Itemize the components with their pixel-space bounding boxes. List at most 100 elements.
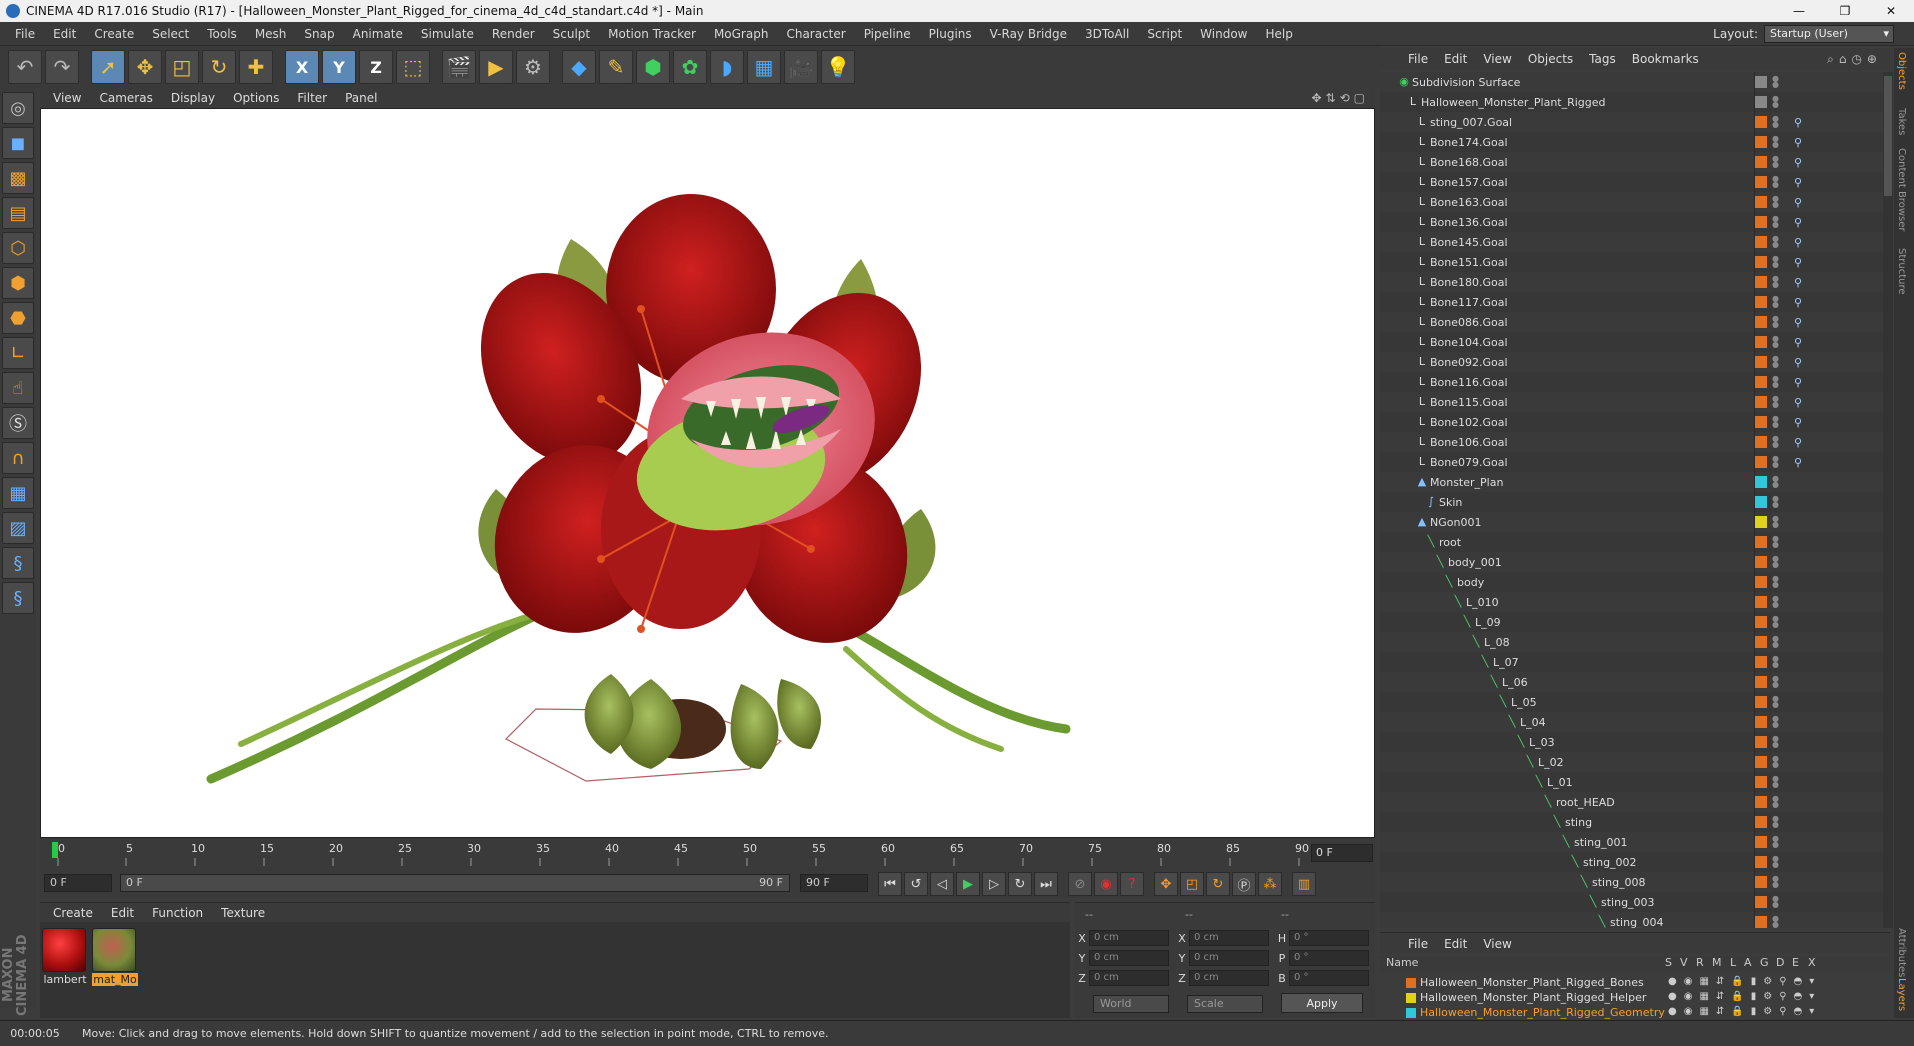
position-y-field[interactable]: 0 cm	[1089, 950, 1169, 966]
scrollbar-thumb[interactable]	[1884, 76, 1892, 196]
apply-button[interactable]: Apply	[1281, 993, 1363, 1013]
layer-menu-edit[interactable]: Edit	[1436, 937, 1475, 951]
ik-tag-icon[interactable]: ⚲	[1794, 396, 1802, 409]
layout-select[interactable]: Startup (User)	[1764, 25, 1894, 43]
menu-file[interactable]: File	[6, 27, 44, 41]
layer-color-swatch[interactable]	[1755, 396, 1767, 408]
tab-content-browser[interactable]: Content Browser	[1896, 148, 1907, 231]
object-menu-objects[interactable]: Objects	[1520, 52, 1581, 66]
transform-icon[interactable]: ✚	[239, 50, 273, 84]
object-row[interactable]: L Bone157.Goal ● ● ⚲	[1380, 172, 1885, 192]
ik-tag-icon[interactable]: ⚲	[1794, 416, 1802, 429]
coordinate-space-select[interactable]: World	[1093, 995, 1169, 1013]
layer-color-swatch[interactable]	[1755, 96, 1767, 108]
layer-color-swatch[interactable]	[1755, 896, 1767, 908]
viewport-menu-panel[interactable]: Panel	[336, 91, 386, 105]
play-icon[interactable]: ▶	[956, 872, 980, 896]
layer-color-swatch[interactable]	[1755, 796, 1767, 808]
layer-color-swatch[interactable]	[1755, 516, 1767, 528]
pen-icon[interactable]: ✎	[599, 50, 633, 84]
z-axis-icon[interactable]: Z	[359, 50, 393, 84]
layer-color-swatch[interactable]	[1755, 676, 1767, 688]
layer-color-swatch[interactable]	[1755, 436, 1767, 448]
layer-color-swatch[interactable]	[1755, 356, 1767, 368]
viewport-menu-display[interactable]: Display	[162, 91, 224, 105]
object-row[interactable]: L Bone117.Goal ● ● ⚲	[1380, 292, 1885, 312]
object-row[interactable]: ╲ L_09 ● ●	[1380, 612, 1885, 632]
menu-pipeline[interactable]: Pipeline	[855, 27, 920, 41]
object-row[interactable]: ╲ L_04 ● ●	[1380, 712, 1885, 732]
layer-toggle-icons[interactable]: ●◉▦⇵🔒▮⚙⚲◓▾	[1668, 991, 1821, 1002]
start-frame-field[interactable]: 0 F	[44, 874, 112, 892]
key-rotation-icon[interactable]: ↻	[1206, 872, 1230, 896]
menu-script[interactable]: Script	[1138, 27, 1191, 41]
visibility-dots[interactable]: ● ●	[1772, 715, 1780, 729]
object-row[interactable]: L Bone180.Goal ● ● ⚲	[1380, 272, 1885, 292]
material-lambert[interactable]: lambert	[42, 928, 88, 986]
layer-color-swatch[interactable]	[1755, 856, 1767, 868]
floor-icon[interactable]: ▦	[747, 50, 781, 84]
object-row[interactable]: L Bone151.Goal ● ● ⚲	[1380, 252, 1885, 272]
menu-render[interactable]: Render	[483, 27, 544, 41]
layer-toggle-icons[interactable]: ●◉▦⇵🔒▮⚙⚲◓▾	[1668, 1006, 1821, 1017]
object-row[interactable]: L Bone174.Goal ● ● ⚲	[1380, 132, 1885, 152]
tab-layers[interactable]: Layers	[1896, 978, 1907, 1011]
ik-tag-icon[interactable]: ⚲	[1794, 376, 1802, 389]
layer-color-swatch[interactable]	[1755, 836, 1767, 848]
key-pla-icon[interactable]: ⁂	[1258, 872, 1282, 896]
coord-system-icon[interactable]: ⬚	[396, 50, 430, 84]
layer-color-swatch[interactable]	[1755, 596, 1767, 608]
layer-color-swatch[interactable]	[1755, 336, 1767, 348]
ik-tag-icon[interactable]: ⚲	[1794, 256, 1802, 269]
ik-tag-icon[interactable]: ⚲	[1794, 296, 1802, 309]
object-row[interactable]: ╲ L_08 ● ●	[1380, 632, 1885, 652]
layer-color-swatch[interactable]	[1755, 496, 1767, 508]
layer-color-swatch[interactable]	[1406, 978, 1416, 988]
rotation-b-field[interactable]: 0 °	[1289, 970, 1369, 986]
visibility-dots[interactable]: ● ●	[1772, 255, 1780, 269]
snap-icon[interactable]: Ⓢ	[2, 407, 34, 439]
menu-window[interactable]: Window	[1191, 27, 1256, 41]
layer-color-swatch[interactable]	[1755, 476, 1767, 488]
timeline-window-icon[interactable]: ▥	[1292, 872, 1316, 896]
layer-color-swatch[interactable]	[1755, 556, 1767, 568]
object-row[interactable]: L Bone168.Goal ● ● ⚲	[1380, 152, 1885, 172]
ik-tag-icon[interactable]: ⚲	[1794, 356, 1802, 369]
viewport-menu-view[interactable]: View	[44, 91, 90, 105]
x-axis-icon[interactable]: X	[285, 50, 319, 84]
object-row[interactable]: ╲ sting_003 ● ●	[1380, 892, 1885, 912]
axis-mode-icon[interactable]: ∟	[2, 337, 34, 369]
range-slider[interactable]: 0 F 90 F	[120, 874, 790, 892]
visibility-dots[interactable]: ● ●	[1772, 675, 1780, 689]
visibility-dots[interactable]: ● ●	[1772, 755, 1780, 769]
layer-color-swatch[interactable]	[1755, 76, 1767, 88]
menu-character[interactable]: Character	[777, 27, 854, 41]
layer-menu-file[interactable]: File	[1400, 937, 1436, 951]
restore-button[interactable]: ❐	[1822, 0, 1868, 22]
end-frame-field[interactable]: 90 F	[800, 874, 868, 892]
material-menu-create[interactable]: Create	[44, 906, 102, 920]
object-row[interactable]: ╲ body_001 ● ●	[1380, 552, 1885, 572]
visibility-dots[interactable]: ● ●	[1772, 475, 1780, 489]
layer-toggle-icons[interactable]: ●◉▦⇵🔒▮⚙⚲◓▾	[1668, 976, 1821, 987]
ik-tag-icon[interactable]: ⚲	[1794, 116, 1802, 129]
layer-color-swatch[interactable]	[1755, 656, 1767, 668]
move-icon[interactable]: ✥	[128, 50, 162, 84]
menu-help[interactable]: Help	[1256, 27, 1301, 41]
deformer-icon[interactable]: ◗	[710, 50, 744, 84]
layer-color-swatch[interactable]	[1406, 1008, 1416, 1018]
visibility-dots[interactable]: ● ●	[1772, 655, 1780, 669]
object-row[interactable]: L Bone104.Goal ● ● ⚲	[1380, 332, 1885, 352]
key-position-icon[interactable]: ✥	[1154, 872, 1178, 896]
menu-edit[interactable]: Edit	[44, 27, 85, 41]
visibility-dots[interactable]: ● ●	[1772, 895, 1780, 909]
points-mode-icon[interactable]: ⬡	[2, 232, 34, 264]
menu-select[interactable]: Select	[143, 27, 198, 41]
tab-structure[interactable]: Structure	[1896, 248, 1907, 295]
current-frame-field[interactable]: 0 F	[1311, 844, 1373, 862]
visibility-dots[interactable]: ● ●	[1772, 355, 1780, 369]
size-x-field[interactable]: 0 cm	[1189, 930, 1269, 946]
menu-plugins[interactable]: Plugins	[920, 27, 981, 41]
object-row[interactable]: ∫ Skin ● ●	[1380, 492, 1885, 512]
viewport-menu-cameras[interactable]: Cameras	[90, 91, 161, 105]
